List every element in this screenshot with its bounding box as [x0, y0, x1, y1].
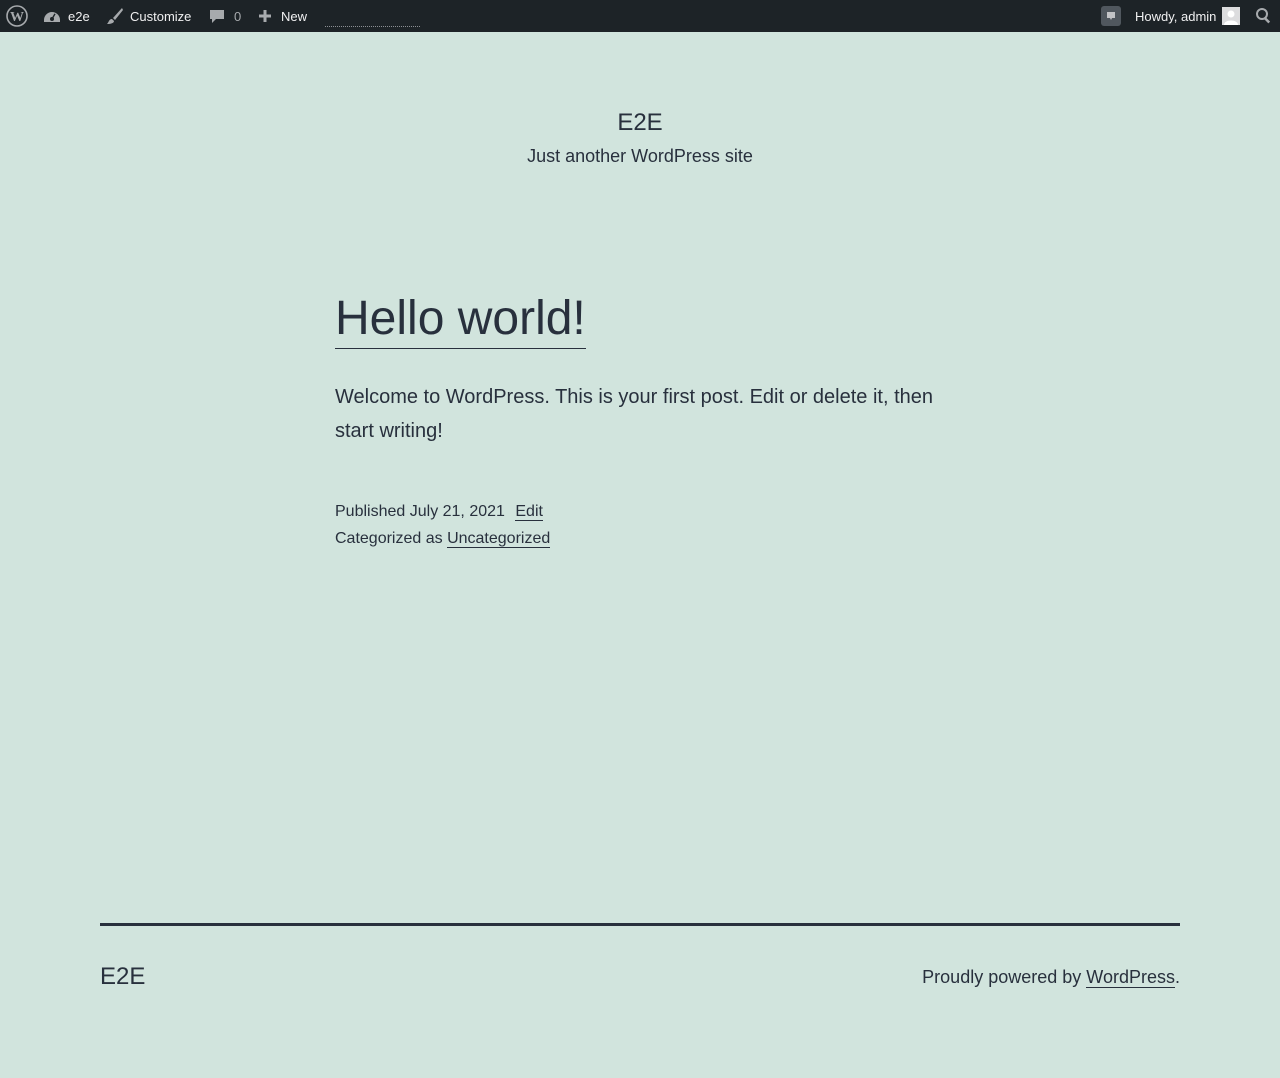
published-date: July 21, 2021 [409, 503, 505, 520]
post-content: Welcome to WordPress. This is your first… [335, 386, 934, 442]
dashboard-icon [43, 8, 61, 24]
notification-icon [1101, 6, 1121, 26]
post-published-meta: Published July 21, 2021 Edit [335, 502, 543, 522]
admin-bar-search[interactable] [1255, 0, 1273, 32]
customize-link[interactable]: Customize [106, 0, 191, 32]
plus-icon [257, 8, 273, 24]
category-link[interactable]: Uncategorized [447, 530, 551, 548]
avatar-icon [1222, 7, 1241, 25]
site-tagline: Just another WordPress site [527, 146, 753, 166]
categorized-label: Categorized as [335, 530, 443, 547]
new-content-menu[interactable]: New [257, 0, 307, 32]
footer-site-title[interactable]: E2E [100, 962, 145, 992]
published-label: Published [335, 503, 406, 520]
post-title-link[interactable]: Hello world! [335, 290, 586, 349]
comment-bubble-icon [208, 7, 226, 25]
wordpress-logo-icon: W [6, 5, 28, 27]
wordpress-menu[interactable]: W [6, 0, 28, 32]
notification-button[interactable] [1101, 0, 1121, 32]
search-icon [1255, 7, 1273, 25]
powered-suffix: . [1174, 967, 1180, 987]
edit-post-link[interactable]: Edit [515, 503, 543, 521]
paintbrush-icon [106, 7, 124, 25]
my-account-menu[interactable]: Howdy, admin [1135, 0, 1241, 32]
site-title[interactable]: E2E [0, 108, 1280, 138]
wordpress-link[interactable]: WordPress [1086, 967, 1175, 988]
footer-divider [100, 923, 1180, 926]
site-name-label: e2e [68, 8, 90, 24]
new-label: New [281, 8, 308, 24]
powered-prefix: Proudly powered by [922, 967, 1082, 987]
admin-bar-placeholder-field[interactable] [325, 26, 420, 27]
svg-text:W: W [10, 10, 24, 25]
powered-by-text: Proudly powered by WordPress. [922, 965, 1180, 989]
post-category-meta: Categorized as Uncategorized [335, 529, 551, 549]
customize-label: Customize [130, 8, 192, 24]
admin-bar: W e2e Customize 0 New Howdy, admin [0, 0, 1280, 32]
greeting-label: Howdy, admin [1135, 8, 1217, 24]
comments-count: 0 [234, 8, 242, 24]
comments-link[interactable]: 0 [208, 0, 241, 32]
site-name-menu[interactable]: e2e [43, 0, 90, 32]
